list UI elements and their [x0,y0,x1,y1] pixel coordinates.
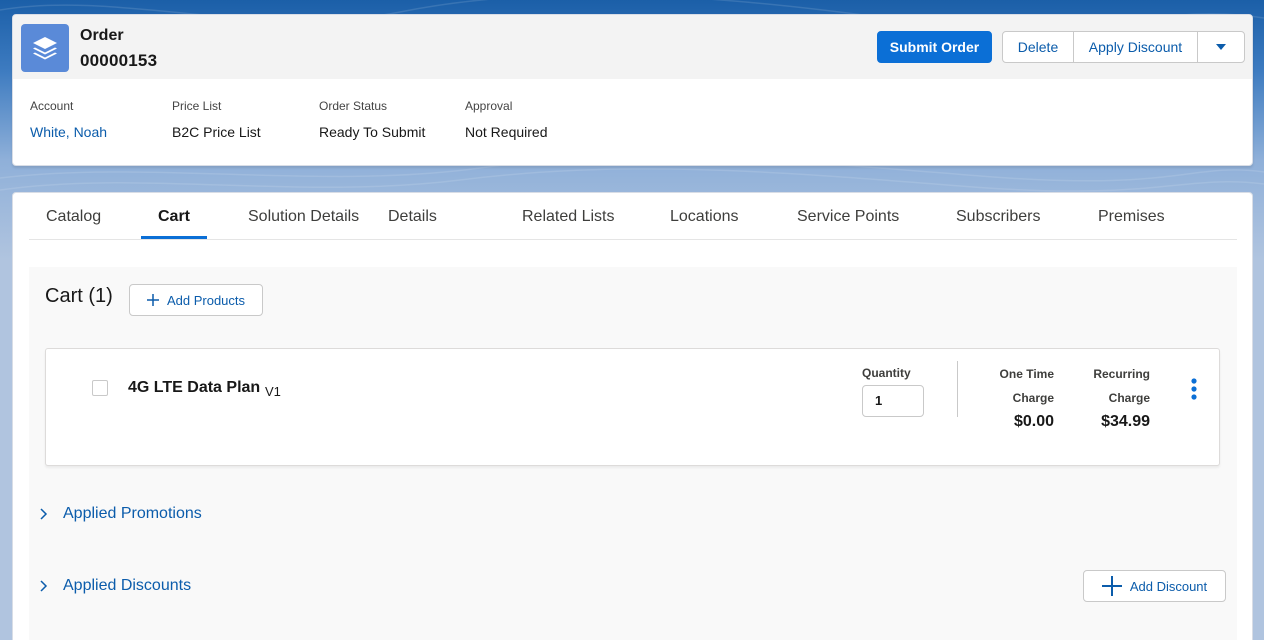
applied-discounts-toggle[interactable]: Applied Discounts [37,577,191,595]
apply-discount-button[interactable]: Apply Discount [1074,32,1198,62]
tab-catalog[interactable]: Catalog [46,208,101,226]
cart-title: Cart (1) [45,285,113,307]
tab-details[interactable]: Details [388,208,437,226]
recurring-charge-label-line2: Charge [1108,391,1150,405]
submit-order-button[interactable]: Submit Order [877,31,992,63]
quantity-label: Quantity [862,366,911,380]
tab-cart[interactable]: Cart [158,208,190,226]
kebab-icon[interactable] [1186,377,1202,405]
tab-related-lists[interactable]: Related Lists [522,208,615,226]
one-time-charge-value: $0.00 [1013,413,1054,430]
tab-service-points[interactable]: Service Points [797,208,899,226]
price-list-value: B2C Price List [172,124,261,140]
one-time-charge-label-line1: One Time [999,367,1054,381]
stacked-layers-icon [21,24,69,72]
plus-icon [1101,576,1122,596]
one-time-charge-label-line2: Charge [1012,391,1054,405]
order-status-label: Order Status [319,99,388,113]
add-products-button[interactable]: Add Products [129,284,263,316]
account-label: Account [30,99,74,113]
line-item-checkbox[interactable] [92,380,108,396]
approval-value: Not Required [465,124,548,140]
tab-subscribers[interactable]: Subscribers [956,208,1040,226]
tab-locations[interactable]: Locations [670,208,739,226]
applied-discounts-label: Applied Discounts [63,577,192,594]
cart-panel: Cart (1) Add Products 4G LTE Data Plan V… [29,267,1237,640]
tab-bar: Catalog Cart Solution Details Details Re… [29,193,1237,240]
header-highlight-bar: Order 00000153 Submit Order Delete Apply… [13,15,1252,79]
price-list-label: Price List [172,99,222,113]
add-products-label: Add Products [166,292,246,308]
quantity-input[interactable]: 1 [862,385,924,417]
chevron-right-icon [40,580,48,592]
tab-solution-details[interactable]: Solution Details [248,208,359,226]
record-name: 00000153 [80,51,158,70]
action-button-group: Delete Apply Discount [1002,31,1245,63]
approval-label: Approval [465,99,513,113]
applied-promotions-toggle[interactable]: Applied Promotions [37,505,202,523]
product-version: V1 [265,384,281,399]
delete-button[interactable]: Delete [1003,32,1074,62]
cart-line-item: 4G LTE Data Plan V1 Quantity 1 One Time … [45,348,1220,466]
record-header: Order 00000153 Submit Order Delete Apply… [12,14,1253,166]
recurring-charge-label-line1: Recurring [1093,367,1150,381]
product-name: 4G LTE Data Plan [128,379,261,396]
recurring-charge-value: $34.99 [1101,413,1150,430]
add-discount-label: Add Discount [1129,578,1208,594]
order-status-value: Ready To Submit [319,124,426,140]
account-link[interactable]: White, Noah [30,124,107,140]
applied-promotions-label: Applied Promotions [63,505,202,522]
column-divider [957,361,958,417]
record-type-label: Order [80,27,124,44]
plus-icon [146,294,159,306]
main-content-card: Catalog Cart Solution Details Details Re… [12,192,1253,640]
chevron-right-icon [40,508,48,520]
more-actions-button[interactable] [1198,32,1244,62]
add-discount-button[interactable]: Add Discount [1083,570,1226,602]
chevron-down-icon [1216,44,1226,50]
tab-premises[interactable]: Premises [1098,208,1165,226]
active-tab-indicator [141,236,207,239]
